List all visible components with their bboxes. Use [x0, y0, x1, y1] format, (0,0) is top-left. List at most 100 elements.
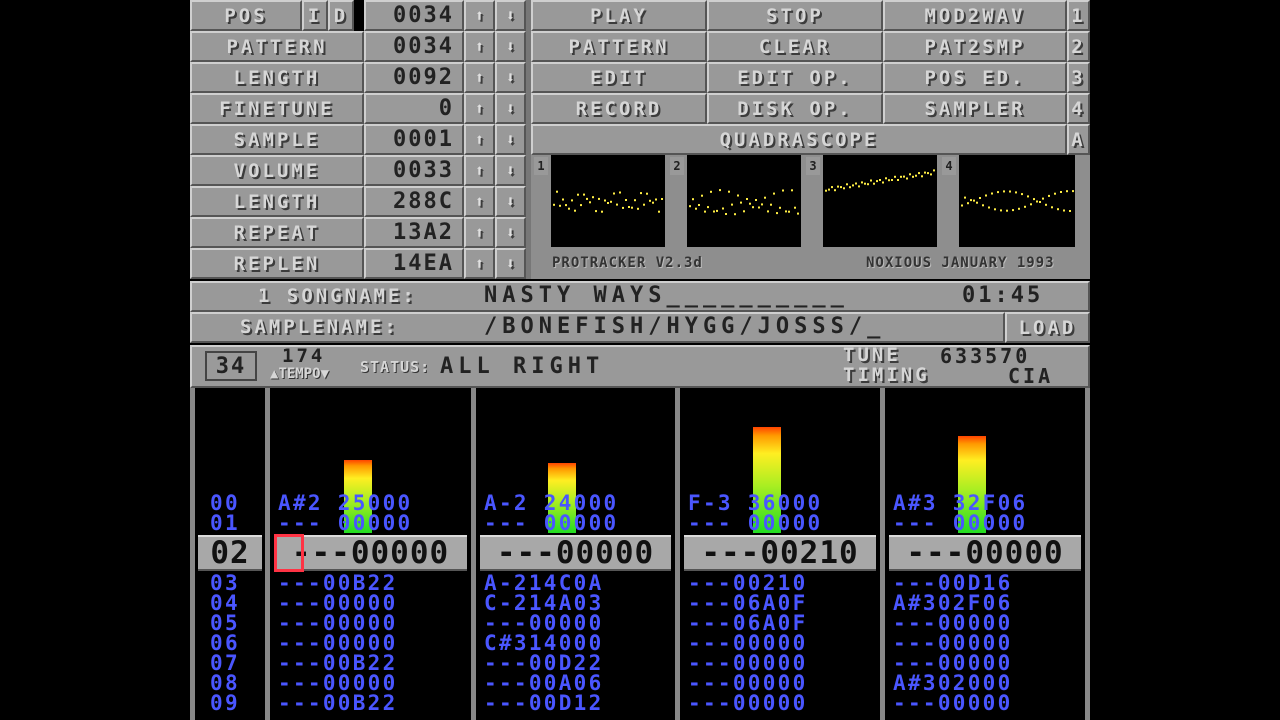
pattern-cell[interactable]: ---00000	[893, 633, 1013, 654]
side-button-4[interactable]: 4	[1067, 93, 1090, 124]
version-text: PROTRACKER V2.3d	[552, 255, 703, 271]
insert-position-button[interactable]: I	[302, 0, 328, 31]
pos-ed-button[interactable]: POS ED.	[883, 62, 1067, 93]
finetune-value: 0	[364, 93, 464, 124]
pattern-cell[interactable]: F-3 36000	[688, 493, 823, 514]
length-value: 0092	[364, 62, 464, 93]
tempo-down-icon[interactable]: ▼	[321, 366, 329, 382]
samplename-field[interactable]: /BONEFISH/HYGG/JOSSS/_	[484, 314, 885, 339]
pattern-cell[interactable]: ---00B22	[278, 573, 398, 594]
pattern-cell[interactable]: ---00210	[688, 573, 808, 594]
pattern-cell[interactable]: ---00000	[893, 693, 1013, 714]
clear-button[interactable]: CLEAR	[707, 31, 883, 62]
pattern-cell[interactable]: C#314000	[484, 633, 604, 654]
repeat-up-arrow-icon[interactable]: ⬆	[464, 217, 495, 248]
sample-length-down-arrow-icon[interactable]: ⬇	[495, 186, 526, 217]
row-number: 01	[210, 511, 240, 535]
quadrascope-button[interactable]: QUADRASCOPE	[531, 124, 1067, 155]
side-button-a[interactable]: A	[1067, 124, 1090, 155]
pattern-cell[interactable]: ---00000	[278, 673, 398, 694]
delete-position-button[interactable]: D	[328, 0, 354, 31]
pattern-cell[interactable]: ---00D16	[893, 573, 1013, 594]
play-pattern-button[interactable]: PATTERN	[531, 31, 707, 62]
replen-up-arrow-icon[interactable]: ⬆	[464, 248, 495, 279]
row-number: 09	[210, 691, 240, 715]
pattern-cell[interactable]: A#302000	[893, 673, 1013, 694]
repeat-down-arrow-icon[interactable]: ⬇	[495, 217, 526, 248]
pattern-cell[interactable]: ---00000	[278, 633, 398, 654]
pattern-cell[interactable]: ---00000	[484, 613, 604, 634]
pattern-cell[interactable]: C-214A03	[484, 593, 604, 614]
replen-down-arrow-icon[interactable]: ⬇	[495, 248, 526, 279]
scope-number-3: 3	[806, 157, 820, 175]
disk-op-button[interactable]: DISK OP.	[707, 93, 883, 124]
edit-op-button[interactable]: EDIT OP.	[707, 62, 883, 93]
repeat-label: REPEAT	[190, 217, 364, 248]
volume-up-arrow-icon[interactable]: ⬆	[464, 155, 495, 186]
pattern-cell[interactable]: --- 00000	[688, 513, 823, 534]
play-button[interactable]: PLAY	[531, 0, 707, 31]
current-row-channel-2[interactable]: ---00000	[480, 535, 671, 571]
pattern-down-arrow-icon[interactable]: ⬇	[495, 31, 526, 62]
length-down-arrow-icon[interactable]: ⬇	[495, 62, 526, 93]
pattern-cell[interactable]: ---00A06	[484, 673, 604, 694]
stop-button[interactable]: STOP	[707, 0, 883, 31]
side-button-1[interactable]: 1	[1067, 0, 1090, 31]
sampler-button[interactable]: SAMPLER	[883, 93, 1067, 124]
side-button-2[interactable]: 2	[1067, 31, 1090, 62]
status-text: ALL RIGHT	[440, 354, 605, 379]
pattern-cell[interactable]: A#3 32F06	[893, 493, 1028, 514]
pattern-cell[interactable]: ---00000	[688, 673, 808, 694]
sample-down-arrow-icon[interactable]: ⬇	[495, 124, 526, 155]
scope-channel-3	[823, 155, 937, 247]
pattern-cell[interactable]: A-214C0A	[484, 573, 604, 594]
pattern-cell[interactable]: A-2 24000	[484, 493, 619, 514]
pattern-cell[interactable]: --- 00000	[278, 513, 413, 534]
edit-cursor[interactable]	[274, 534, 304, 572]
pattern-cell[interactable]: ---00000	[893, 613, 1013, 634]
pattern-cell[interactable]: --- 00000	[484, 513, 619, 534]
pattern-cell[interactable]: ---00000	[688, 653, 808, 674]
pattern-up-arrow-icon[interactable]: ⬆	[464, 31, 495, 62]
sample-value: 0001	[364, 124, 464, 155]
pattern-cell[interactable]: ---00D12	[484, 693, 604, 714]
pat2smp-button[interactable]: PAT2SMP	[883, 31, 1067, 62]
length-up-arrow-icon[interactable]: ⬆	[464, 62, 495, 93]
volume-label: VOLUME	[190, 155, 364, 186]
pos-down-arrow-icon[interactable]: ⬇	[495, 0, 526, 31]
current-row-channel-4[interactable]: ---00000	[889, 535, 1081, 571]
pattern-cell[interactable]: ---06A0F	[688, 613, 808, 634]
load-button[interactable]: LOAD	[1005, 312, 1090, 343]
finetune-down-arrow-icon[interactable]: ⬇	[495, 93, 526, 124]
pattern-cell[interactable]: ---00B22	[278, 653, 398, 674]
pattern-cell[interactable]: --- 00000	[893, 513, 1028, 534]
edit-button[interactable]: EDIT	[531, 62, 707, 93]
pattern-cell[interactable]: ---06A0F	[688, 593, 808, 614]
pattern-cell[interactable]: ---00D22	[484, 653, 604, 674]
samplename-label: SAMPLENAME:	[240, 316, 399, 338]
pattern-cell[interactable]: ---00000	[893, 653, 1013, 674]
songname-field[interactable]: NASTY WAYS__________	[484, 283, 849, 308]
sample-up-arrow-icon[interactable]: ⬆	[464, 124, 495, 155]
pattern-cell[interactable]: ---00B22	[278, 693, 398, 714]
current-row-channel-3[interactable]: ---00210	[684, 535, 876, 571]
volume-down-arrow-icon[interactable]: ⬇	[495, 155, 526, 186]
timing-value[interactable]: CIA	[1008, 364, 1053, 388]
mod2wav-button[interactable]: MOD2WAV	[883, 0, 1067, 31]
record-button[interactable]: RECORD	[531, 93, 707, 124]
pos-value: 0034	[364, 0, 464, 31]
finetune-up-arrow-icon[interactable]: ⬆	[464, 93, 495, 124]
pattern-cell[interactable]: ---00000	[688, 693, 808, 714]
pattern-cell[interactable]: ---00000	[688, 633, 808, 654]
finetune-label: FINETUNE	[190, 93, 364, 124]
pattern-cell[interactable]: A#2 25000	[278, 493, 413, 514]
song-time: 01:45	[962, 283, 1044, 308]
scope-channel-4	[959, 155, 1075, 247]
pos-up-arrow-icon[interactable]: ⬆	[464, 0, 495, 31]
pattern-cell[interactable]: ---00000	[278, 593, 398, 614]
side-button-3[interactable]: 3	[1067, 62, 1090, 93]
sample-length-up-arrow-icon[interactable]: ⬆	[464, 186, 495, 217]
pattern-cell[interactable]: A#302F06	[893, 593, 1013, 614]
pattern-cell[interactable]: ---00000	[278, 613, 398, 634]
status-label: STATUS:	[360, 358, 431, 376]
